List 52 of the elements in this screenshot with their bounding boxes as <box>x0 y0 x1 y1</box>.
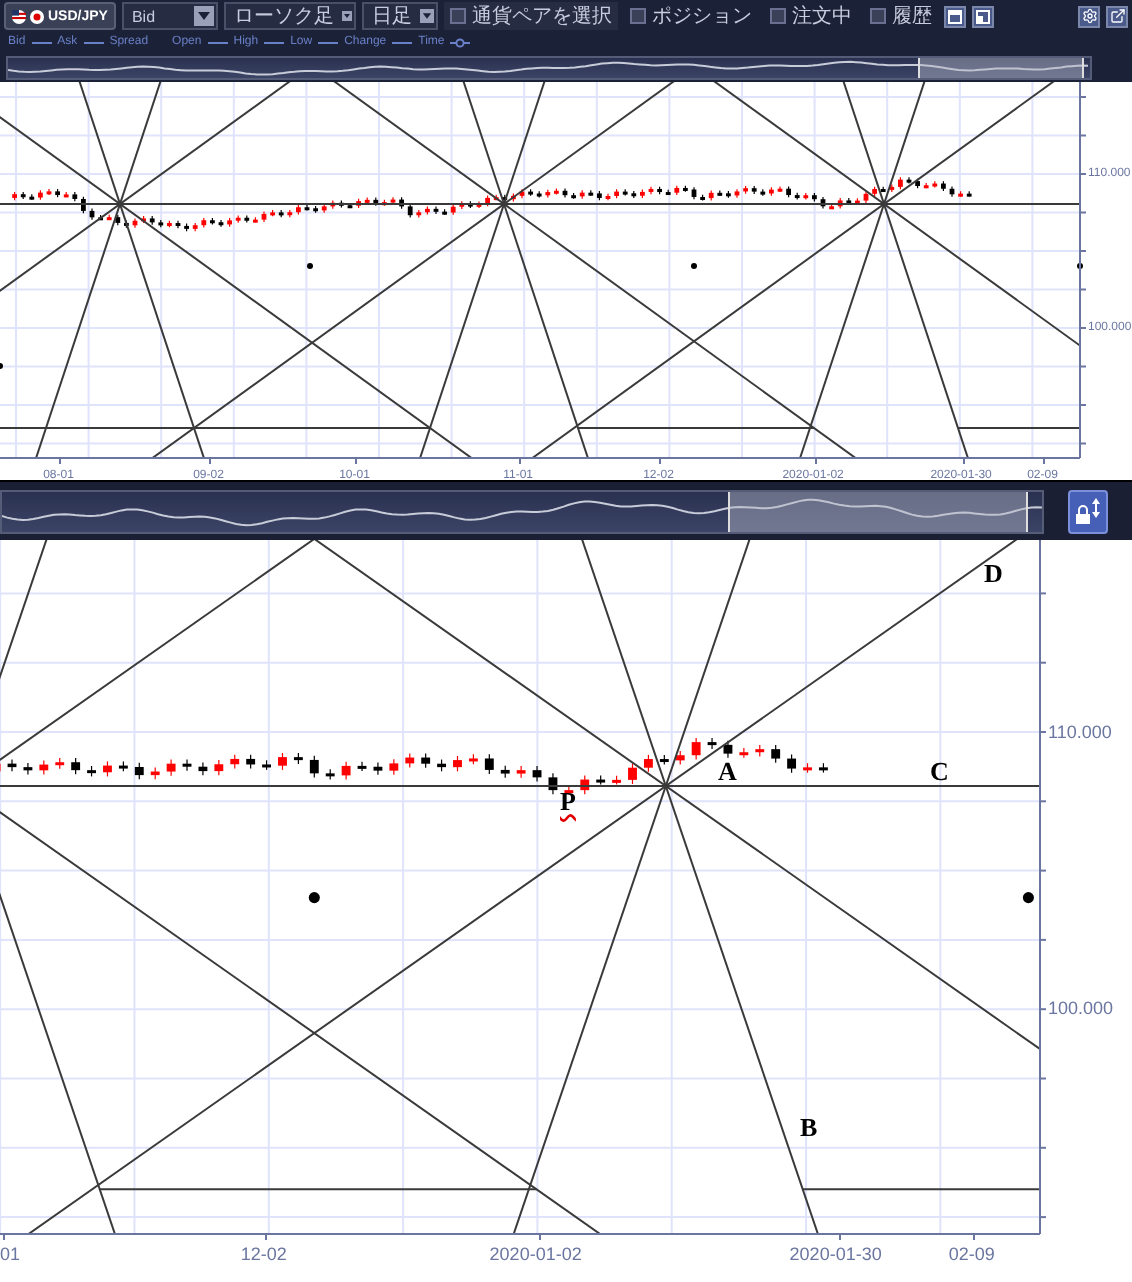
line-marker-icon <box>318 39 339 45</box>
window-icon <box>947 9 962 23</box>
lock-scale-button[interactable] <box>1068 489 1108 533</box>
circle-marker-icon <box>450 37 471 47</box>
range-handle[interactable] <box>918 57 1084 77</box>
axis-label: 100.000 <box>1048 1000 1114 1019</box>
checkbox-label: 注文中 <box>791 3 852 30</box>
chart-tool-button[interactable] <box>971 5 994 27</box>
marker-dot <box>307 263 313 269</box>
period-select[interactable]: 日足 <box>361 2 438 30</box>
settings-button[interactable] <box>1078 5 1100 27</box>
lock-icon <box>1074 495 1102 527</box>
flag-icon <box>12 9 26 23</box>
chart-type-select[interactable]: ローソク足 <box>223 2 356 30</box>
caret-icon <box>341 6 352 26</box>
checkbox[interactable] <box>449 8 466 24</box>
popout-button[interactable] <box>1106 5 1128 27</box>
marker-dot <box>308 892 320 904</box>
price-type-select[interactable]: Bid <box>121 2 218 30</box>
marker-dot <box>1022 892 1034 904</box>
point-label: A <box>718 758 737 784</box>
checkbox-label: 通貨ペアを選択 <box>471 3 612 30</box>
axis-label: 2020-01-02 <box>489 1246 582 1264</box>
axis-label: 01 <box>0 1246 21 1264</box>
flag-icon <box>30 9 44 23</box>
checkbox[interactable] <box>629 8 646 24</box>
point-label: C <box>930 758 949 784</box>
window-icon <box>975 9 990 23</box>
point-label: B <box>800 1114 818 1140</box>
axis-label: 2020-01-30 <box>789 1246 882 1264</box>
settings-icon <box>1081 8 1097 24</box>
line-marker-icon <box>31 39 52 45</box>
point-label: P <box>560 788 576 814</box>
marker-dot <box>691 263 697 269</box>
axis-label: 110.000 <box>1048 723 1112 741</box>
line-marker-icon <box>83 39 104 45</box>
line-marker-icon <box>392 39 413 45</box>
checkbox-label: ポジション <box>651 4 752 30</box>
checkbox[interactable] <box>869 8 886 24</box>
caret-icon <box>419 6 434 26</box>
checkbox-label: 履歴 <box>891 4 932 30</box>
axis-label: 02-09 <box>948 1246 995 1264</box>
chart-tool-button[interactable] <box>943 5 966 27</box>
caret-icon <box>193 6 214 26</box>
line-marker-icon <box>264 39 285 45</box>
checkbox[interactable] <box>769 8 786 24</box>
external-link-icon <box>1109 8 1125 24</box>
line-marker-icon <box>207 39 228 45</box>
axis-label: 12-02 <box>240 1246 287 1264</box>
point-label: D <box>984 560 1003 586</box>
marker-dot <box>1077 263 1083 269</box>
range-handle[interactable] <box>728 491 1028 531</box>
